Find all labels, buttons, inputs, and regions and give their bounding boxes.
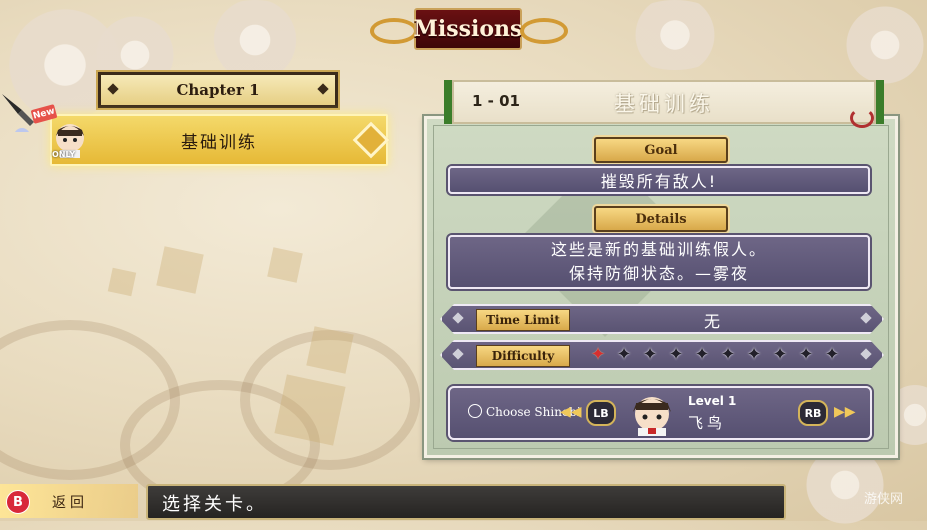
- goal-text: 摧毁所有敌人!: [600, 172, 718, 191]
- difficulty-label: Difficulty: [476, 345, 570, 367]
- next-arrow-icon: ▶▶: [834, 404, 856, 420]
- details-line-2: 保持防御状态。—雾夜: [568, 264, 749, 283]
- diamond-icon: [860, 312, 871, 323]
- right-curl-ornament-icon: [520, 18, 568, 44]
- diamond-icon: [452, 312, 463, 323]
- crest-icon: [468, 404, 482, 418]
- b-button-icon[interactable]: B: [6, 490, 30, 514]
- goal-tag: Goal: [594, 137, 728, 163]
- hint-bar: 选择关卡。: [146, 484, 786, 520]
- details-line-1: 这些是新的基础训练假人。: [550, 240, 767, 259]
- shuriken-empty-icon: ✦: [668, 344, 684, 365]
- chapter-label: Chapter 1: [176, 81, 260, 99]
- diamond-icon: [317, 83, 329, 95]
- shuriken-empty-icon: ✦: [616, 344, 632, 365]
- diamond-icon: [452, 348, 463, 359]
- lb-button[interactable]: LB: [586, 400, 616, 426]
- diamond-icon: [107, 83, 119, 95]
- choose-shinobi-bar: Choose Shinobi ◀◀ LB Level 1 飞鸟 RB ▶▶: [448, 386, 872, 440]
- diamond-icon: [860, 348, 871, 359]
- shuriken-empty-icon: ✦: [746, 344, 762, 365]
- mission-name: 基础训练: [614, 92, 714, 116]
- shuriken-empty-icon: ✦: [824, 344, 840, 365]
- missions-title-banner: Missions: [370, 4, 568, 50]
- shinobi-portrait-icon: [633, 397, 671, 436]
- shuriken-empty-icon: ✦: [772, 344, 788, 365]
- difficulty-row: Difficulty ✦ ✦ ✦ ✦ ✦ ✦ ✦ ✦ ✦ ✦: [440, 340, 884, 370]
- mission-header-scroll: 1 - 01 基础训练: [444, 80, 884, 124]
- goal-text-box: 摧毁所有敌人!: [448, 166, 870, 194]
- time-limit-label: Time Limit: [476, 309, 570, 331]
- details-text-box: 这些是新的基础训练假人。 保持防御状态。—雾夜: [448, 235, 870, 289]
- shinobi-name: 飞鸟: [688, 414, 727, 432]
- details-tag: Details: [594, 206, 728, 232]
- mission-list-item-selected[interactable]: 基础训练: [50, 114, 388, 166]
- page-title: Missions: [414, 8, 522, 50]
- chapter-header: Chapter 1: [98, 72, 338, 108]
- shuriken-filled-icon: ✦: [590, 344, 606, 365]
- time-limit-value: 无: [703, 312, 720, 331]
- shuriken-empty-icon: ✦: [798, 344, 814, 365]
- prev-arrow-icon: ◀◀: [560, 404, 582, 420]
- red-curl-ornament-icon: [850, 108, 874, 128]
- only-badge: ONLY: [52, 150, 76, 159]
- left-curl-ornament-icon: [370, 18, 418, 44]
- site-watermark: 游侠网: [864, 492, 904, 507]
- shinobi-level: Level 1: [688, 394, 737, 408]
- mission-item-label: 基础训练: [181, 133, 257, 153]
- difficulty-rating: ✦ ✦ ✦ ✦ ✦ ✦ ✦ ✦ ✦ ✦: [588, 345, 842, 365]
- rb-button[interactable]: RB: [798, 400, 828, 426]
- time-limit-row: Time Limit 无: [440, 304, 884, 334]
- hint-text: 选择关卡。: [162, 494, 267, 515]
- shuriken-empty-icon: ✦: [720, 344, 736, 365]
- back-label[interactable]: 返回: [52, 492, 88, 512]
- shuriken-empty-icon: ✦: [694, 344, 710, 365]
- shuriken-empty-icon: ✦: [642, 344, 658, 365]
